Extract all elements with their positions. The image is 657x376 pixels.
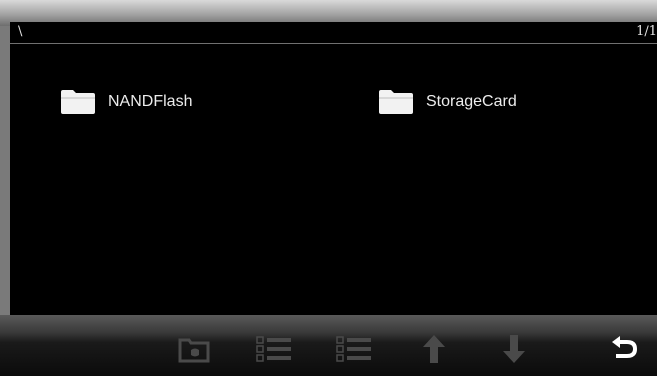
move-up-button[interactable] <box>412 329 456 369</box>
path-bar: \ 1/1 <box>10 22 657 44</box>
move-down-button[interactable] <box>492 329 536 369</box>
file-browser-screen: \ 1/1 NANDFlash StorageCard <box>0 0 657 376</box>
folder-item-nandflash[interactable]: NANDFlash <box>60 87 192 117</box>
check-list-icon <box>256 336 291 362</box>
uncheck-list-icon <box>336 336 371 362</box>
back-button[interactable] <box>603 329 647 369</box>
folder-item-storagecard[interactable]: StorageCard <box>378 87 517 117</box>
folder-icon <box>379 90 413 114</box>
deselect-all-button[interactable] <box>332 329 376 369</box>
file-list: NANDFlash StorageCard <box>10 44 657 315</box>
page-indicator: 1/1 <box>636 24 657 39</box>
current-path: \ <box>18 24 23 39</box>
bottom-toolbar <box>0 315 657 376</box>
folder-open-icon <box>178 338 210 363</box>
open-folder-button[interactable] <box>172 329 216 369</box>
left-edge <box>0 26 10 315</box>
arrow-up-icon <box>423 335 445 363</box>
back-icon <box>612 336 638 358</box>
folder-icon <box>61 90 95 114</box>
select-all-button[interactable] <box>252 329 296 369</box>
arrow-down-icon <box>503 335 525 363</box>
folder-label: NANDFlash <box>108 93 193 110</box>
folder-label: StorageCard <box>426 93 517 110</box>
